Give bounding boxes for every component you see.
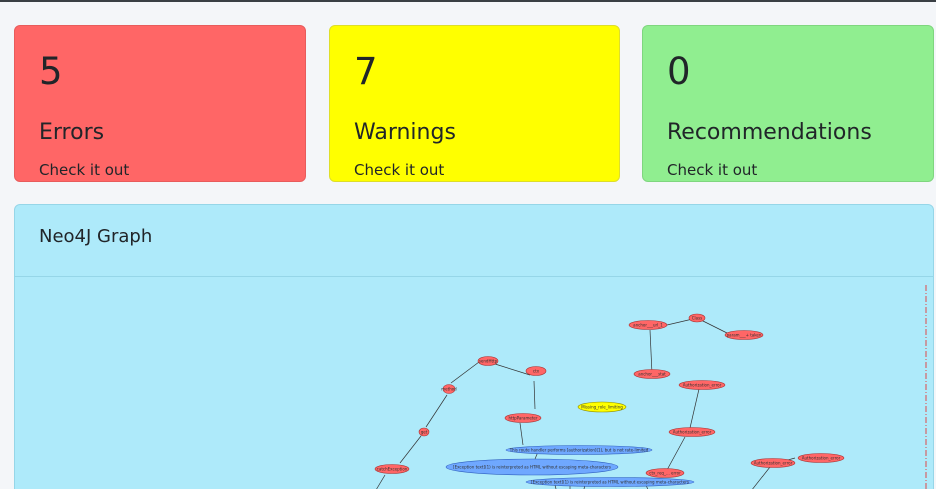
graph-label: Authorization_error [683, 383, 722, 388]
graph-label: anchor___url_1 [633, 323, 663, 328]
graph-edge [689, 388, 700, 429]
errors-label: Errors [39, 120, 105, 145]
graph-label: ctx_req_... error [649, 471, 681, 476]
graph-label: Authorization_error [802, 456, 841, 461]
graph-title: Neo4J Graph [39, 226, 153, 247]
warnings-card: 7 Warnings Check it out [329, 25, 620, 182]
graph-edge [399, 435, 422, 464]
graph-label: method [441, 387, 457, 392]
graph-label: sendHttp [479, 359, 498, 364]
graph-edge [494, 363, 531, 376]
graph-canvas[interactable]: Class anchor___url_1 param___+ taken anc… [15, 277, 934, 489]
recommendations-label: Recommendations [667, 120, 872, 145]
graph-edge [376, 474, 386, 489]
recommendations-card: 0 Recommendations Check it out [642, 25, 934, 182]
graph-label: httpParameter [508, 416, 537, 421]
graph-label: Class [692, 316, 703, 321]
recommendations-count: 0 [667, 50, 691, 93]
graph-label: ctx [533, 369, 540, 374]
graph-header: Neo4J Graph [15, 205, 933, 277]
neo4j-graph-panel: Neo4J Graph Class anchor___url_1 param__… [14, 204, 934, 489]
graph-edge [533, 380, 536, 410]
graph-edge [649, 329, 653, 375]
graph-edge [519, 422, 524, 446]
errors-check-link[interactable]: Check it out [39, 160, 281, 180]
graph-edge [425, 394, 448, 428]
graph-label: Authorization_error [673, 430, 712, 435]
graph-edge [666, 436, 686, 471]
graph-label: param___+ taken [727, 333, 762, 338]
recommendations-check-link[interactable]: Check it out [667, 160, 909, 180]
graph-label: get [421, 430, 428, 435]
errors-count: 5 [39, 50, 63, 93]
graph-svg[interactable]: Class anchor___url_1 param___+ taken anc… [15, 277, 934, 489]
graph-label: This route handler performs [authorizati… [509, 448, 649, 453]
errors-card: 5 Errors Check it out [14, 25, 306, 182]
graph-label: Missing_role_limiting [581, 405, 623, 410]
graph-label: [Exception text](1) is reinterpreted as … [531, 480, 689, 485]
graph-edge [752, 466, 771, 489]
warnings-check-link[interactable]: Check it out [354, 160, 595, 180]
graph-label: catchException [377, 467, 408, 472]
warnings-count: 7 [354, 50, 378, 93]
warnings-label: Warnings [354, 120, 456, 145]
graph-label: Authorization_error [754, 461, 793, 466]
graph-edge [450, 361, 480, 384]
graph-label: [Exception text](1) is reinterpreted as … [453, 465, 611, 470]
graph-label: anchor___stat [638, 372, 666, 377]
